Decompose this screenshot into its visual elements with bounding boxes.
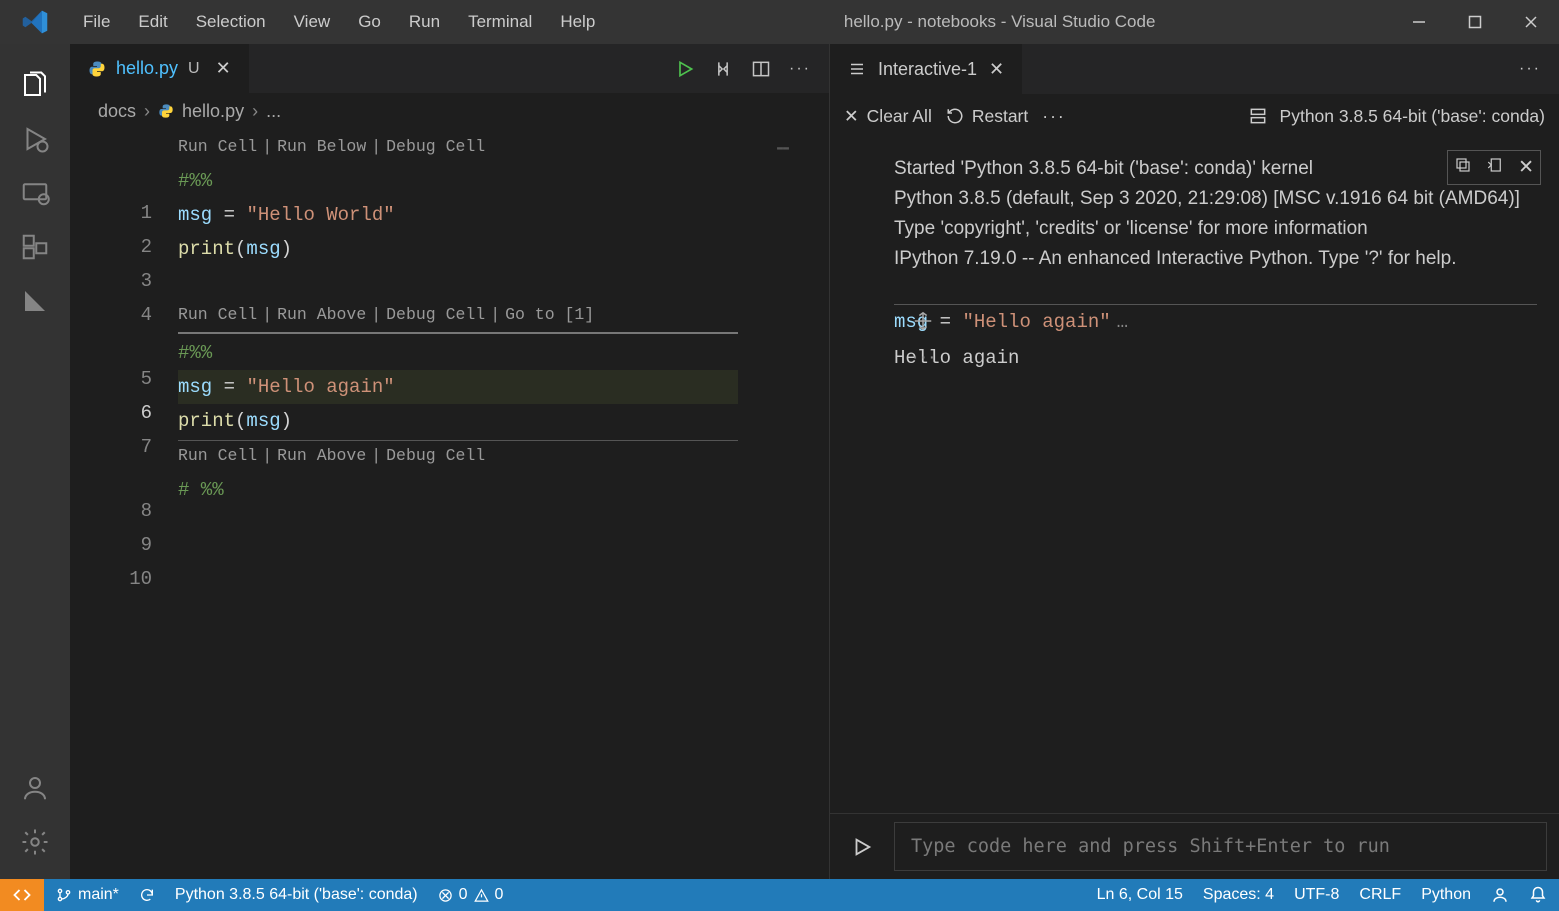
- execute-input-icon[interactable]: [830, 814, 894, 879]
- split-editor-icon[interactable]: [751, 59, 771, 79]
- run-debug-icon[interactable]: [11, 112, 59, 166]
- cursor-position[interactable]: Ln 6, Col 15: [1097, 886, 1183, 904]
- tab-close-icon[interactable]: ✕: [989, 59, 1004, 80]
- codelens-cell-1[interactable]: Run Cell|Run Below|Debug Cell: [178, 132, 829, 164]
- tab-interactive-1[interactable]: Interactive-1 ✕: [830, 44, 1022, 94]
- kernel-selector[interactable]: Python 3.8.5 64-bit ('base': conda): [1280, 106, 1545, 127]
- close-button[interactable]: [1503, 0, 1559, 44]
- expand-cell-icon[interactable]: [912, 310, 934, 332]
- code-editor[interactable]: 1 2 3 4 5 6 7 8 9 10 ▬▬ Run Cell|Run Bel…: [70, 128, 829, 879]
- interactive-tabs: Interactive-1 ✕ ···: [830, 44, 1559, 94]
- breadcrumb-segment[interactable]: ...: [266, 101, 281, 122]
- more-actions-icon[interactable]: ···: [789, 60, 811, 78]
- menu-selection[interactable]: Selection: [183, 6, 279, 38]
- chevron-right-icon: ›: [144, 101, 150, 122]
- compare-changes-icon[interactable]: [713, 59, 733, 79]
- list-icon: [848, 60, 866, 78]
- cell-toolbar: ✕: [1447, 150, 1541, 185]
- restart-button[interactable]: Restart: [946, 106, 1028, 127]
- window-title: hello.py - notebooks - Visual Studio Cod…: [608, 12, 1391, 32]
- interactive-input[interactable]: Type code here and press Shift+Enter to …: [894, 822, 1547, 871]
- status-bar: main* Python 3.8.5 64-bit ('base': conda…: [0, 879, 1559, 911]
- codelens-cell-2[interactable]: Run Cell|Run Above|Debug Cell|Go to [1]: [178, 300, 829, 332]
- goto-source-icon[interactable]: [1486, 156, 1504, 179]
- interactive-panel: Interactive-1 ✕ ··· ✕ Clear All Restart …: [829, 44, 1559, 879]
- breadcrumb[interactable]: docs › hello.py › ...: [70, 94, 829, 128]
- python-file-icon: [158, 103, 174, 119]
- main-menu: File Edit Selection View Go Run Terminal…: [70, 6, 608, 38]
- editor-group: hello.py U ✕ ··· docs › hello.py › ...: [70, 44, 829, 879]
- menu-terminal[interactable]: Terminal: [455, 6, 545, 38]
- codelens-cell-3[interactable]: Run Cell|Run Above|Debug Cell: [178, 441, 829, 473]
- python-file-icon: [88, 60, 106, 78]
- delete-cell-icon[interactable]: ✕: [1518, 156, 1534, 179]
- indentation[interactable]: Spaces: 4: [1203, 886, 1274, 904]
- remote-explorer-icon[interactable]: [11, 166, 59, 220]
- encoding[interactable]: UTF-8: [1294, 886, 1339, 904]
- tab-label: Interactive-1: [878, 59, 977, 80]
- jupyter-icon[interactable]: [11, 274, 59, 328]
- copy-icon[interactable]: [1454, 156, 1472, 179]
- close-icon: ✕: [844, 106, 859, 127]
- minimap[interactable]: ▬▬: [777, 132, 827, 152]
- minimize-button[interactable]: [1391, 0, 1447, 44]
- window-controls: [1391, 0, 1559, 44]
- executed-code-cell[interactable]: msg = "Hello again"…: [894, 304, 1537, 333]
- line-gutter: 1 2 3 4 5 6 7 8 9 10: [70, 128, 178, 879]
- menu-go[interactable]: Go: [345, 6, 394, 38]
- output-indicator-icon: ···: [912, 347, 937, 369]
- vscode-logo-icon: [0, 8, 70, 36]
- more-actions-icon[interactable]: ···: [1519, 60, 1559, 78]
- chevron-right-icon: ›: [252, 101, 258, 122]
- sync-changes-icon[interactable]: [139, 887, 155, 903]
- title-bar: File Edit Selection View Go Run Terminal…: [0, 0, 1559, 44]
- interactive-content: ✕ Started 'Python 3.8.5 64-bit ('base': …: [830, 138, 1559, 813]
- explorer-icon[interactable]: [11, 58, 59, 112]
- menu-edit[interactable]: Edit: [125, 6, 180, 38]
- interactive-toolbar: ✕ Clear All Restart ··· Python 3.8.5 64-…: [830, 94, 1559, 138]
- clear-all-button[interactable]: ✕ Clear All: [844, 106, 932, 127]
- editor-actions: ···: [675, 59, 829, 79]
- editor-tabs: hello.py U ✕ ···: [70, 44, 829, 94]
- tab-close-icon[interactable]: ✕: [210, 58, 231, 79]
- notifications-icon[interactable]: [1529, 886, 1547, 904]
- feedback-icon[interactable]: [1491, 886, 1509, 904]
- tab-label: hello.py: [116, 58, 178, 79]
- more-icon[interactable]: ···: [1042, 106, 1065, 127]
- kernel-startup-text: Started 'Python 3.8.5 64-bit ('base': co…: [894, 154, 1537, 274]
- cell-output: Hello again: [894, 347, 1537, 369]
- activity-bar: [0, 44, 70, 879]
- breadcrumb-segment[interactable]: docs: [98, 101, 136, 122]
- breadcrumb-segment[interactable]: hello.py: [182, 101, 244, 122]
- tab-modified-indicator: U: [188, 60, 200, 78]
- python-interpreter[interactable]: Python 3.8.5 64-bit ('base': conda): [175, 886, 418, 904]
- language-mode[interactable]: Python: [1421, 886, 1471, 904]
- tab-hello-py[interactable]: hello.py U ✕: [70, 44, 249, 94]
- git-branch[interactable]: main*: [56, 886, 119, 904]
- interactive-input-row: Type code here and press Shift+Enter to …: [830, 813, 1559, 879]
- code-body[interactable]: ▬▬ Run Cell|Run Below|Debug Cell #%% msg…: [178, 128, 829, 879]
- eol-sequence[interactable]: CRLF: [1359, 886, 1401, 904]
- extensions-icon[interactable]: [11, 220, 59, 274]
- menu-view[interactable]: View: [281, 6, 344, 38]
- restart-icon: [946, 107, 964, 125]
- server-icon: [1248, 106, 1268, 126]
- menu-help[interactable]: Help: [547, 6, 608, 38]
- remote-indicator[interactable]: [0, 879, 44, 911]
- active-line[interactable]: msg = "Hello again": [178, 370, 738, 404]
- problems-indicator[interactable]: 0 0: [438, 886, 504, 904]
- settings-gear-icon[interactable]: [11, 815, 59, 869]
- accounts-icon[interactable]: [11, 761, 59, 815]
- maximize-button[interactable]: [1447, 0, 1503, 44]
- menu-run[interactable]: Run: [396, 6, 453, 38]
- menu-file[interactable]: File: [70, 6, 123, 38]
- run-file-icon[interactable]: [675, 59, 695, 79]
